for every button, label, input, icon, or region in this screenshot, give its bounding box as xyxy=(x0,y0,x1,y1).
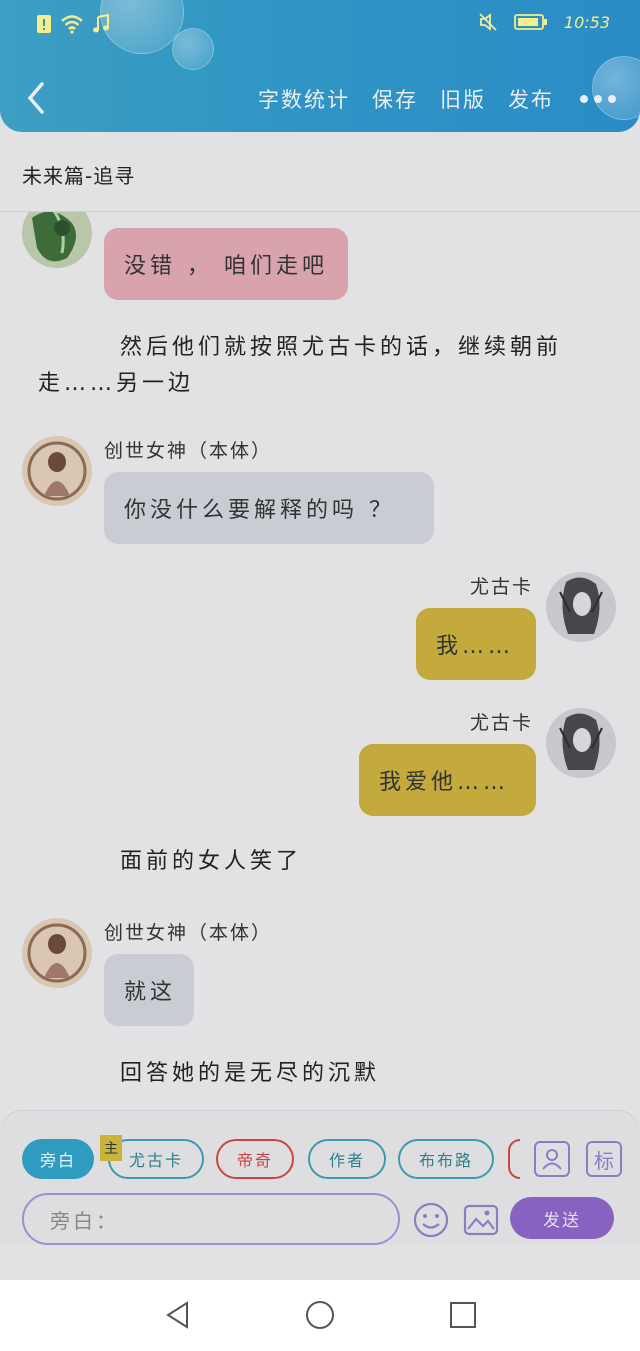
message-bubble[interactable]: 我…… xyxy=(416,608,536,680)
old-version-button[interactable]: 旧版 xyxy=(440,84,486,114)
role-chip[interactable]: 帝奇 xyxy=(216,1139,294,1179)
battery-icon xyxy=(513,14,547,30)
character-icon[interactable] xyxy=(534,1141,570,1177)
chat-area[interactable]: 没错 ， 咱们走吧 然后他们就按照尤古卡的话，继续朝前走……另一边 创世女神（本… xyxy=(0,212,640,1110)
role-chip[interactable]: 作者 xyxy=(308,1139,386,1179)
emoji-icon[interactable] xyxy=(412,1201,450,1239)
narration-text[interactable]: 回答她的是无尽的沉默 xyxy=(120,1056,380,1092)
role-chip[interactable]: 布布路 xyxy=(398,1139,494,1179)
role-chip[interactable]: 尤古卡 xyxy=(108,1139,204,1179)
mute-icon xyxy=(479,13,497,31)
speaker-name: 尤古卡 xyxy=(470,712,534,734)
role-chip-narrator[interactable]: 旁白 xyxy=(22,1139,94,1179)
role-chip-partial[interactable] xyxy=(508,1139,520,1179)
avatar[interactable] xyxy=(22,436,92,506)
recents-square-icon[interactable] xyxy=(448,1300,478,1330)
wifi-icon xyxy=(61,15,83,34)
message-bubble[interactable]: 没错 ， 咱们走吧 xyxy=(104,228,348,300)
send-button[interactable]: 发送 xyxy=(510,1197,614,1239)
back-button[interactable] xyxy=(22,80,52,116)
speaker-name: 创世女神（本体） xyxy=(104,922,273,944)
sim-alert-icon xyxy=(37,15,51,33)
avatar[interactable] xyxy=(22,918,92,988)
status-bar: 10:53 xyxy=(0,0,640,48)
music-note-icon xyxy=(93,14,109,33)
app-header: 10:53 字数统计 保存 旧版 发布 xyxy=(0,0,640,132)
message-bubble[interactable]: 就这 xyxy=(104,954,194,1026)
speaker-name: 创世女神（本体） xyxy=(104,440,273,462)
chapter-title[interactable]: 未来篇-追寻 xyxy=(22,160,135,189)
narration-text[interactable]: 面前的女人笑了 xyxy=(120,844,302,880)
tag-icon[interactable]: 标 xyxy=(586,1141,622,1177)
message-bubble[interactable]: 我爱他…… xyxy=(359,744,536,816)
narration-text[interactable]: 然后他们就按照尤古卡的话，继续朝前走……另一边 xyxy=(38,330,608,402)
avatar[interactable] xyxy=(546,708,616,778)
home-circle-icon[interactable] xyxy=(305,1300,335,1330)
master-tag: 主 xyxy=(100,1135,122,1161)
chevron-left-icon xyxy=(27,82,44,114)
avatar[interactable] xyxy=(546,572,616,642)
avatar[interactable] xyxy=(22,212,92,268)
speaker-name: 尤古卡 xyxy=(470,576,534,598)
more-icon[interactable] xyxy=(580,95,616,103)
toolbar: 字数统计 保存 旧版 发布 xyxy=(258,84,616,114)
input-panel: 旁白 尤古卡 主 帝奇 作者 布布路 标 旁白： 发送 xyxy=(0,1110,640,1245)
save-button[interactable]: 保存 xyxy=(372,84,418,114)
clock: 10:53 xyxy=(563,12,610,32)
message-input[interactable]: 旁白： xyxy=(22,1193,400,1245)
back-triangle-icon[interactable] xyxy=(163,1300,193,1330)
word-count-button[interactable]: 字数统计 xyxy=(258,84,350,114)
publish-button[interactable]: 发布 xyxy=(508,84,554,114)
system-nav-bar xyxy=(0,1280,640,1351)
image-icon[interactable] xyxy=(462,1201,500,1239)
chapter-bar: 未来篇-追寻 xyxy=(0,132,640,212)
message-bubble[interactable]: 你没什么要解释的吗 ？ xyxy=(104,472,434,544)
